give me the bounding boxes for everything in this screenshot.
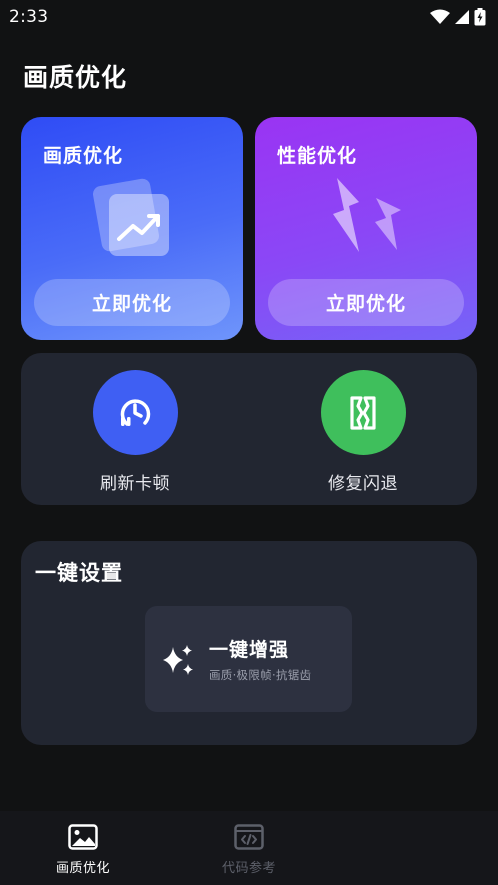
trend-chart-icon — [92, 178, 169, 256]
nav-item-code[interactable]: 代码参考 — [166, 811, 332, 876]
quality-optimize-button[interactable]: 立即优化 — [34, 279, 230, 326]
code-icon — [234, 824, 264, 850]
performance-optimize-card: 性能优化 立即优化 — [255, 117, 477, 340]
lightning-icon — [333, 178, 401, 252]
performance-optimize-button[interactable]: 立即优化 — [268, 279, 464, 326]
fix-crash-button[interactable]: 修复闪退 — [293, 370, 433, 494]
page-title: 画质优化 — [23, 63, 128, 92]
fix-crash-label: 修复闪退 — [328, 474, 398, 494]
boost-subtitle: 画质·极限帧·抗锯齿 — [209, 668, 312, 682]
status-bar: 2:33 — [0, 0, 498, 34]
nav-item-quality[interactable]: 画质优化 — [0, 811, 166, 876]
nav-label-quality: 画质优化 — [55, 861, 110, 876]
wifi-icon — [430, 9, 450, 24]
one-tap-setup-panel: 一键设置 一键增强 画质·极限帧·抗锯齿 — [21, 541, 477, 745]
tools-panel: 刷新卡顿 修复闪退 — [21, 353, 477, 505]
repair-icon — [320, 370, 406, 455]
bottom-nav: 画质优化 代码参考 — [0, 811, 498, 885]
status-icons — [430, 8, 486, 26]
image-icon — [68, 824, 98, 850]
nav-label-code: 代码参考 — [221, 861, 276, 876]
refresh-clock-icon — [92, 370, 178, 455]
refresh-lag-label: 刷新卡顿 — [100, 474, 170, 494]
status-time: 2:33 — [9, 7, 49, 27]
sparkle-icon — [163, 645, 193, 675]
signal-icon — [455, 10, 469, 24]
quality-optimize-card: 画质优化 立即优化 — [21, 117, 243, 340]
refresh-lag-button[interactable]: 刷新卡顿 — [65, 370, 205, 494]
boost-title: 一键增强 — [209, 639, 290, 661]
setup-title: 一键设置 — [35, 561, 123, 585]
quality-card-title: 画质优化 — [43, 145, 124, 167]
performance-card-title: 性能优化 — [277, 145, 358, 167]
battery-icon — [474, 8, 486, 26]
one-tap-boost-button[interactable]: 一键增强 画质·极限帧·抗锯齿 — [145, 606, 352, 712]
